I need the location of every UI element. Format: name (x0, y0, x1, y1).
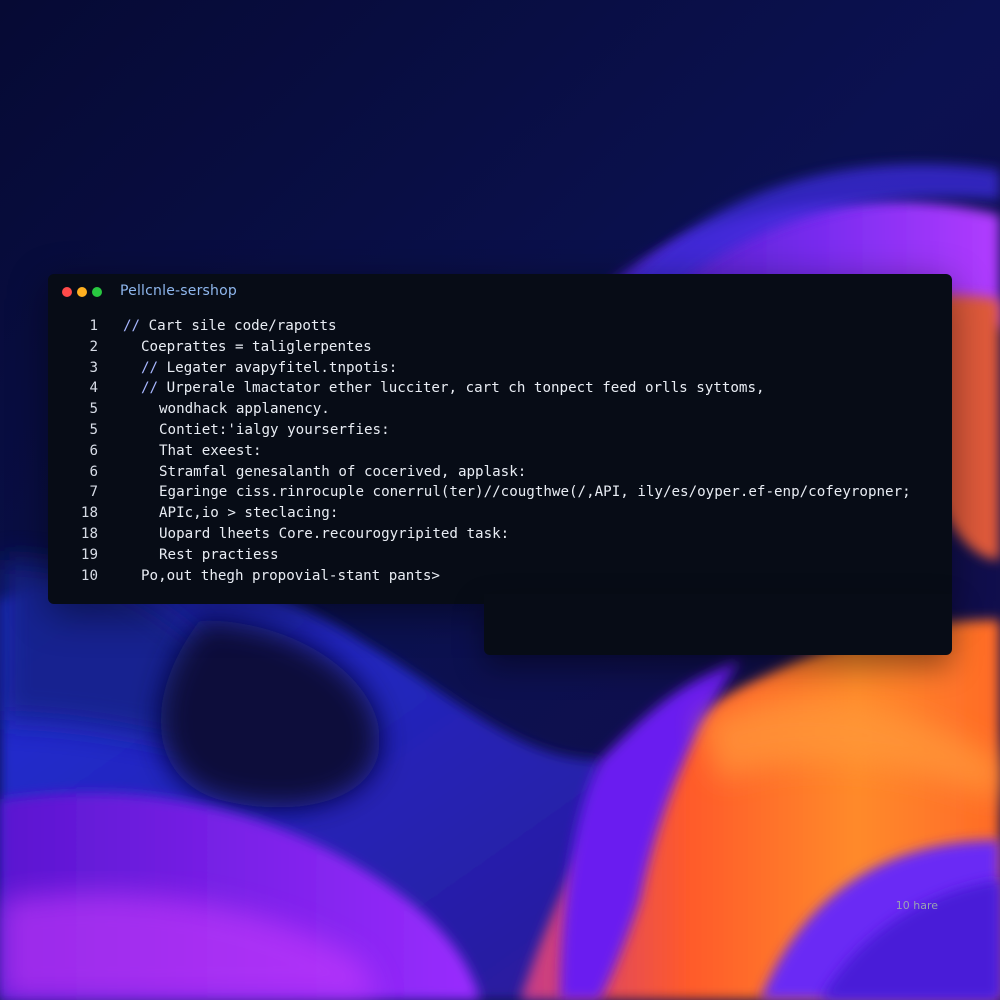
code-line: 5 Contiet:'ialgy yourserfies: (48, 420, 952, 441)
line-number: 5 (89, 401, 98, 418)
code-text: Uopard lheets Core.recourogyripited task… (159, 524, 509, 545)
code-text: // Urperale lmactator ether lucciter, ca… (141, 378, 765, 399)
code-content: Contiet:'ialgy yourserfies: (159, 421, 390, 438)
close-window-button[interactable] (62, 287, 72, 297)
code-line: 18 APIc,io > steclacing: (48, 503, 952, 524)
line-number: 4 (89, 380, 98, 397)
code-text: // Legater avapyfitel.tnpotis: (141, 358, 397, 379)
line-number: 18 (80, 505, 98, 522)
code-line: 5 wondhack applanency. (48, 399, 952, 420)
line-number: 7 (89, 484, 98, 501)
window-title: Pellcnle-sershop (120, 283, 237, 299)
code-area[interactable]: 1 // Cart sile code/rapotts 2 Coeprattes = … (48, 316, 952, 586)
line-number: 3 (89, 359, 98, 376)
line-number: 19 (80, 546, 98, 563)
code-text: Rest practiess (159, 545, 279, 566)
code-content: Po,out thegh propovial-stant pants> (141, 567, 440, 584)
code-line: 3 // Legater avapyfitel.tnpotis: (48, 358, 952, 379)
line-number: 2 (89, 338, 98, 355)
code-text: Contiet:'ialgy yourserfies: (159, 420, 390, 441)
status-text: 10 hare (895, 899, 938, 912)
code-line: 2 Coeprattes = taliglerpentes (48, 337, 952, 358)
code-content: Cart sile code/rapotts (148, 318, 337, 334)
line-number: 6 (89, 463, 98, 480)
code-line: 1 // Cart sile code/rapotts (48, 316, 952, 337)
minimize-window-button[interactable] (77, 287, 87, 297)
code-content: APIc,io > steclacing: (159, 505, 339, 522)
editor-panel-extension: 10 hare (484, 594, 952, 912)
code-text: That exeest: (159, 441, 262, 462)
code-content: Legater avapyfitel.tnpotis: (166, 359, 398, 376)
code-editor-window: Pellcnle-sershop 1 // Cart sile code/rapo… (48, 274, 952, 912)
code-text: Po,out thegh propovial-stant pants> (141, 566, 440, 587)
code-line: 18 Uopard lheets Core.recourogyripited ta… (48, 524, 952, 545)
line-number: 5 (89, 421, 98, 438)
code-text: wondhack applanency. (159, 399, 330, 420)
line-number: 10 (80, 567, 98, 584)
comment-marker: // (123, 318, 141, 334)
code-content: Coeprattes = taliglerpentes (141, 338, 372, 355)
code-text: APIc,io > steclacing: (159, 503, 338, 524)
code-content: That exeest: (159, 442, 262, 459)
maximize-window-button[interactable] (92, 287, 102, 297)
code-content: Rest practiess (159, 546, 279, 563)
code-line: 6 Stramfal genesalanth of cocerived, appl… (48, 462, 952, 483)
code-line: 19 Rest practiess (48, 545, 952, 566)
code-text: Stramfal genesalanth of cocerived, appla… (159, 462, 526, 483)
code-content: wondhack applanency. (159, 401, 330, 418)
code-content: Urperale lmactator ether lucciter, cart … (166, 380, 765, 397)
line-number: 1 (89, 318, 98, 334)
code-text: // Cart sile code/rapotts (123, 316, 337, 337)
code-line: 4 // Urperale lmactator ether lucciter, c… (48, 378, 952, 399)
window-titlebar: Pellcnle-sershop (48, 274, 952, 310)
code-line: 7 Egaringe ciss.rinrocuple conerrul(ter)/… (48, 482, 952, 503)
code-line: 6 That exeest: (48, 441, 952, 462)
code-content: Egaringe ciss.rinrocuple conerrul(ter)//… (159, 484, 911, 501)
code-content: Uopard lheets Core.recourogyripited task… (159, 525, 510, 542)
code-content: Stramfal genesalanth of cocerived, appla… (159, 463, 527, 480)
comment-marker: // (141, 380, 159, 397)
editor-panel: Pellcnle-sershop 1 // Cart sile code/rapo… (48, 274, 952, 604)
line-number: 6 (89, 442, 98, 459)
comment-marker: // (141, 359, 159, 376)
code-text: Coeprattes = taliglerpentes (141, 337, 372, 358)
code-line: 10 Po,out thegh propovial-stant pants> (48, 566, 952, 587)
line-number: 18 (80, 525, 98, 542)
code-text: Egaringe ciss.rinrocuple conerrul(ter)//… (159, 482, 911, 503)
